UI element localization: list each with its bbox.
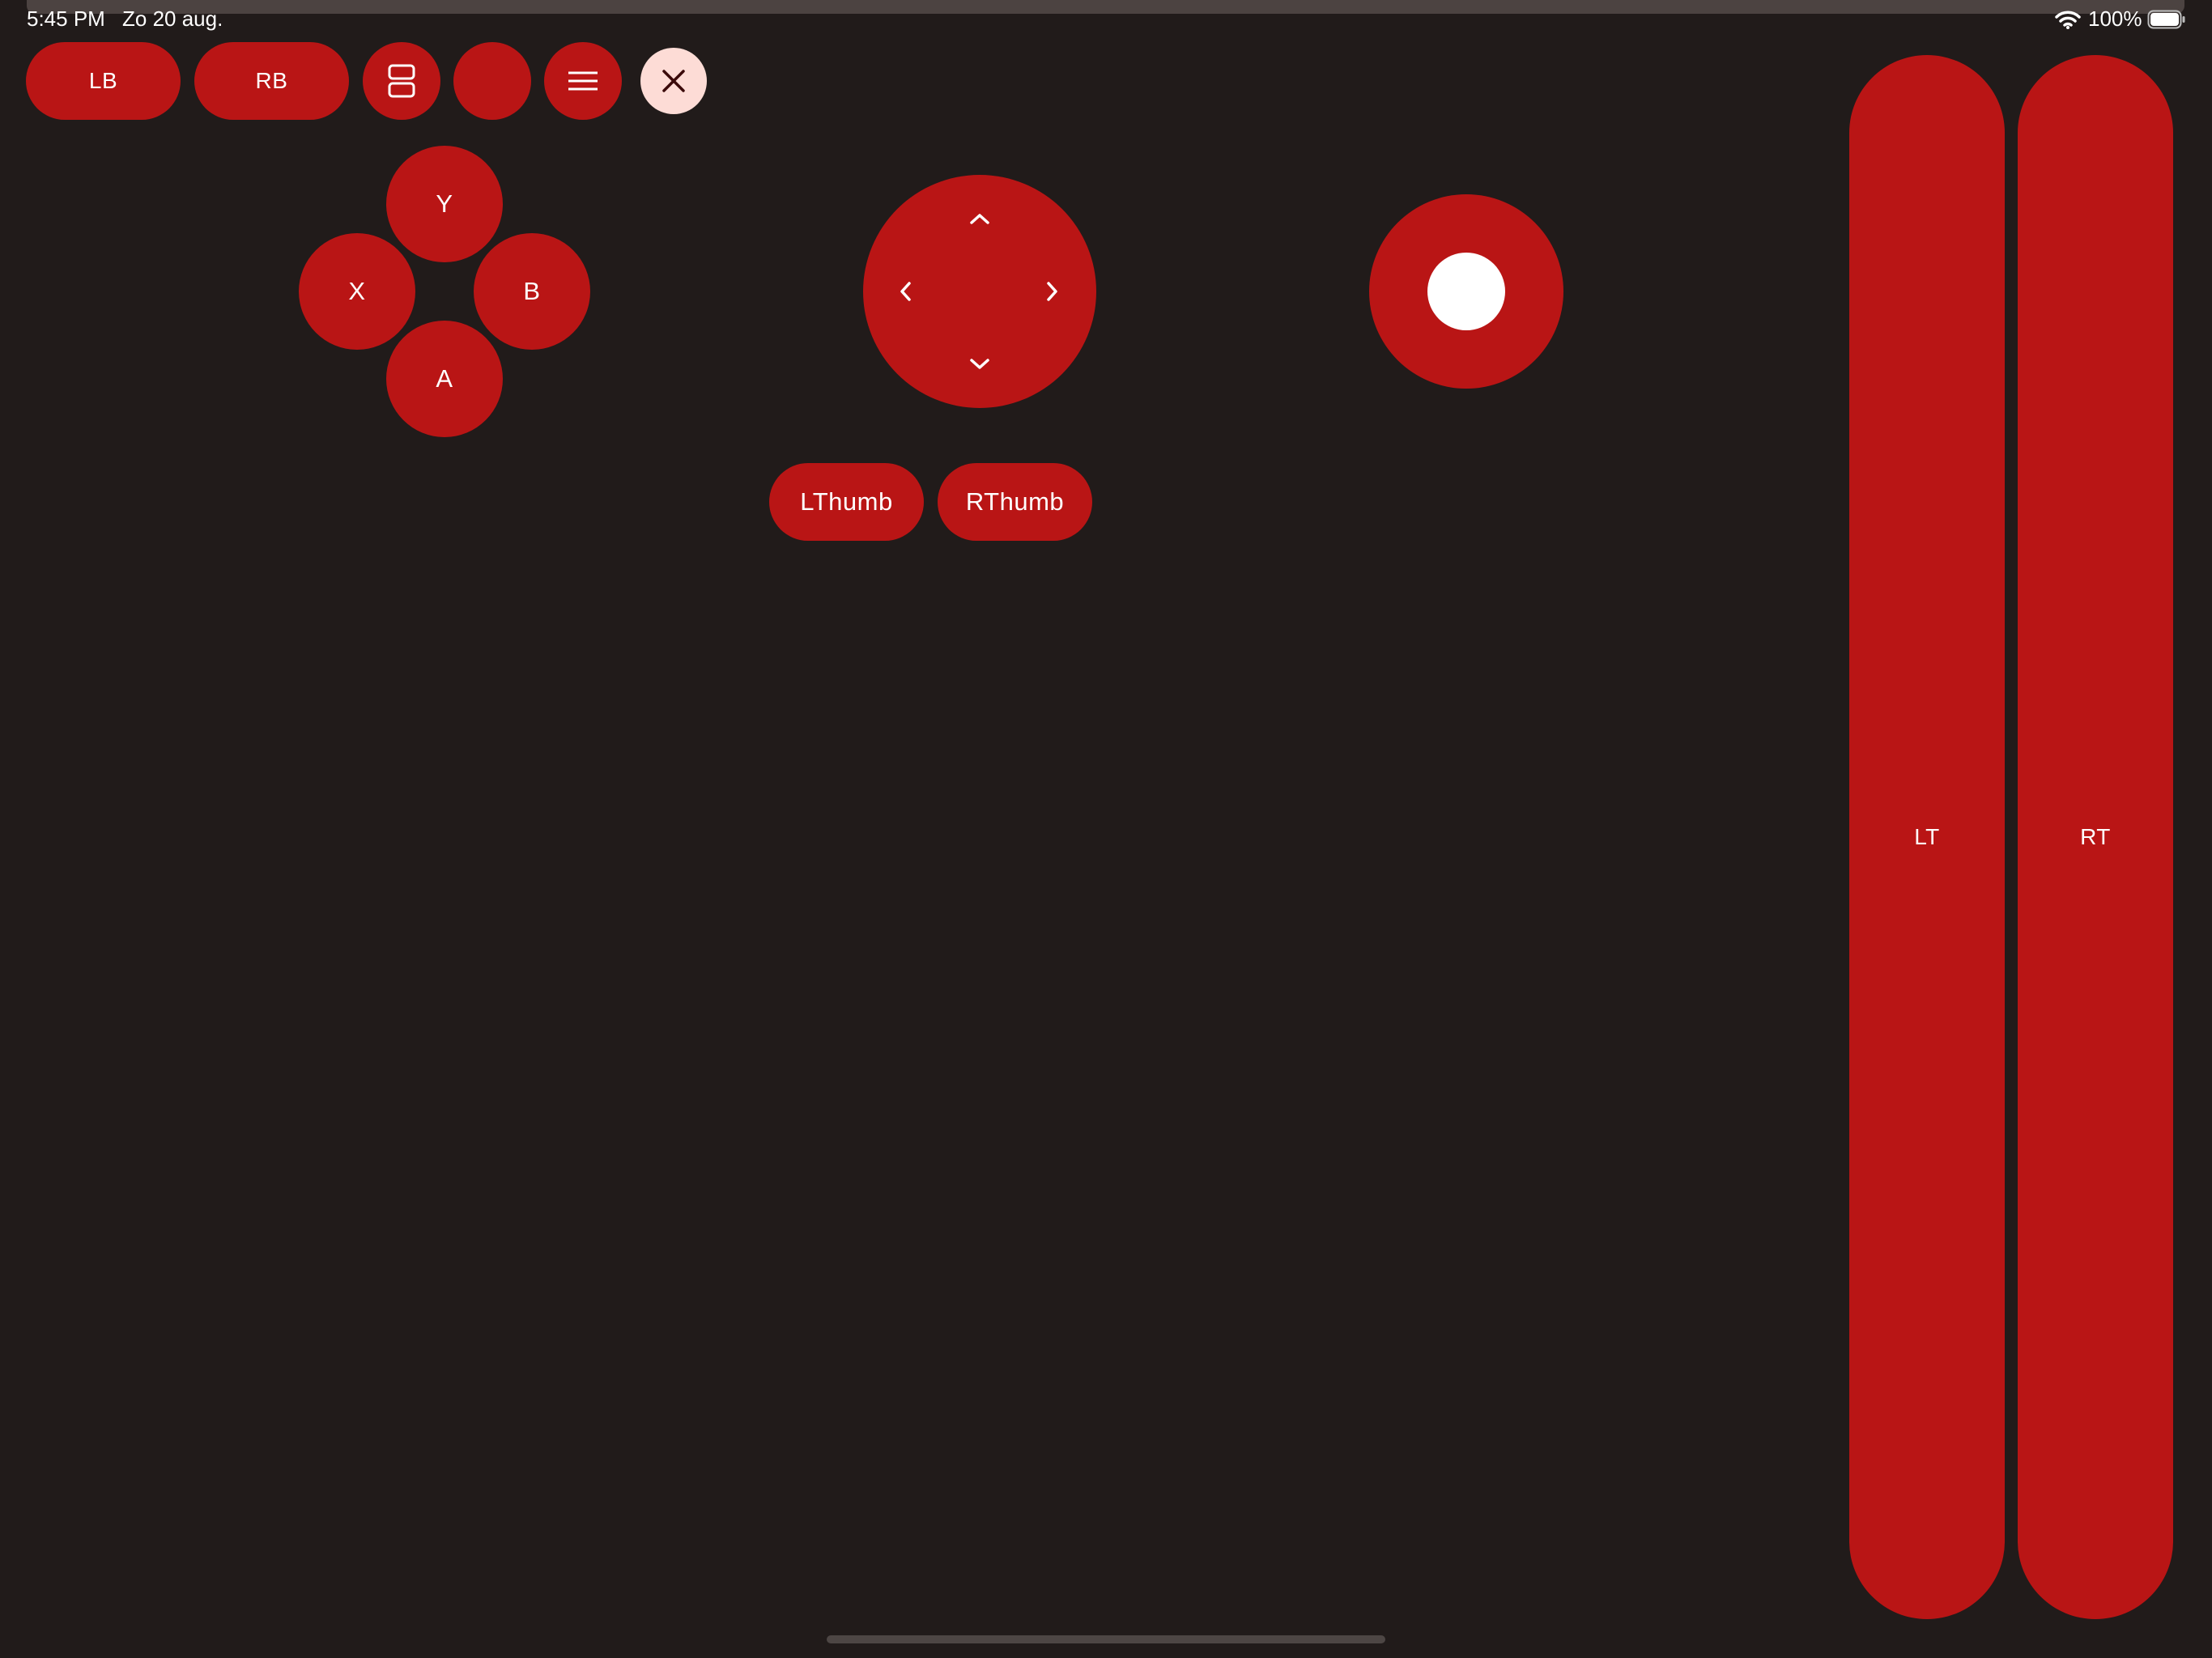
- chevron-down-icon[interactable]: [963, 353, 996, 376]
- battery-percent: 100%: [2088, 6, 2142, 31]
- close-button[interactable]: [640, 48, 707, 114]
- lthumb-button[interactable]: LThumb: [769, 463, 924, 541]
- view-toggle-icon: [388, 64, 415, 98]
- b-label: B: [523, 277, 541, 305]
- x-label: X: [348, 277, 366, 305]
- status-time: 5:45 PM: [27, 6, 105, 31]
- x-button[interactable]: X: [299, 233, 415, 350]
- battery-icon: [2147, 9, 2186, 30]
- rthumb-button[interactable]: RThumb: [938, 463, 1092, 541]
- rt-label: RT: [2080, 824, 2111, 849]
- wifi-icon: [2054, 10, 2082, 29]
- chevron-up-icon[interactable]: [963, 207, 996, 230]
- a-label: A: [436, 364, 453, 393]
- b-button[interactable]: B: [474, 233, 590, 350]
- lb-button[interactable]: LB: [26, 42, 181, 120]
- chevron-left-icon[interactable]: [894, 275, 917, 308]
- rthumb-label: RThumb: [965, 487, 1065, 516]
- lb-label: LB: [88, 68, 118, 93]
- a-button[interactable]: A: [386, 321, 503, 437]
- menu-button[interactable]: [544, 42, 622, 120]
- lthumb-label: LThumb: [800, 487, 893, 516]
- lt-trigger[interactable]: LT: [1849, 55, 2005, 1619]
- y-label: Y: [436, 189, 453, 218]
- rt-trigger[interactable]: RT: [2018, 55, 2173, 1619]
- rb-button[interactable]: RB: [194, 42, 349, 120]
- status-date: Zo 20 aug.: [122, 6, 223, 31]
- blank-button[interactable]: [453, 42, 531, 120]
- menu-icon: [568, 70, 598, 91]
- close-icon: [661, 69, 686, 93]
- lt-label: LT: [1914, 824, 1940, 849]
- stick-knob[interactable]: [1427, 253, 1505, 330]
- top-edge-bar: [27, 0, 2184, 14]
- home-indicator[interactable]: [827, 1635, 1385, 1643]
- view-toggle-button[interactable]: [363, 42, 440, 120]
- rb-label: RB: [255, 68, 288, 93]
- y-button[interactable]: Y: [386, 146, 503, 262]
- chevron-right-icon[interactable]: [1041, 275, 1064, 308]
